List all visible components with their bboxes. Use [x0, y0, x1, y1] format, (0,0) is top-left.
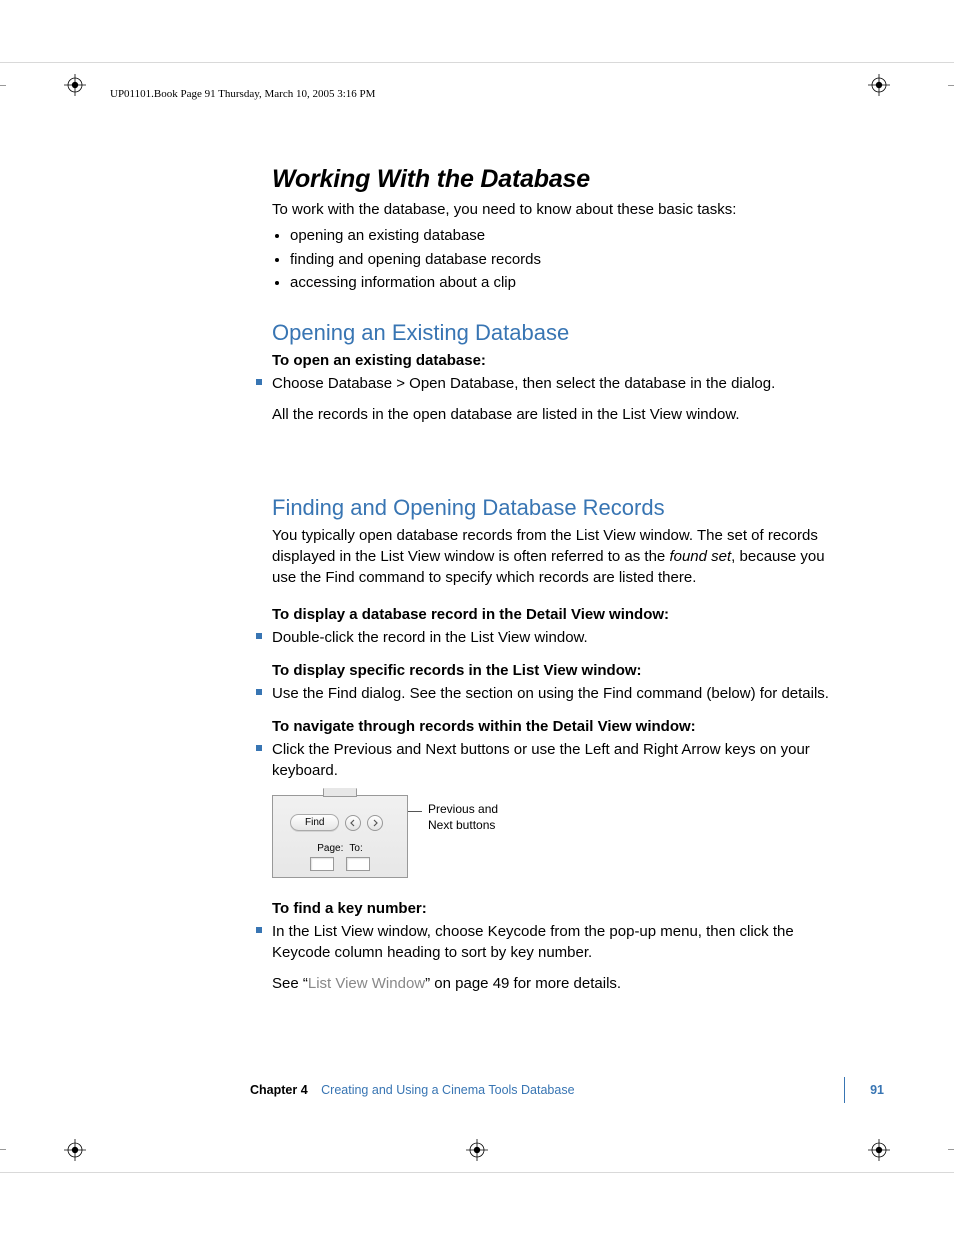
callout-line2: Next buttons — [428, 818, 495, 832]
arrow-right-icon — [371, 819, 379, 827]
task-lead: To find a key number: — [272, 900, 842, 917]
body-paragraph: You typically open database records from… — [272, 525, 842, 588]
step-bullet-icon — [256, 745, 262, 751]
step-item: Choose Database > Open Database, then se… — [256, 373, 842, 394]
registration-mark-icon — [64, 1139, 86, 1161]
see-text: See “ — [272, 975, 308, 992]
step-text: Double-click the record in the List View… — [272, 627, 842, 648]
footer-rule — [844, 1077, 845, 1103]
page: UP01101.Book Page 91 Thursday, March 10,… — [0, 0, 954, 1235]
task-lead: To open an existing database: — [272, 352, 842, 369]
cross-reference-link[interactable]: List View Window — [308, 975, 425, 992]
list-item: accessing information about a clip — [290, 271, 842, 294]
panel-notch — [323, 788, 357, 797]
callout-line1: Previous and — [428, 802, 498, 816]
figure-prev-next: Find Page: To: — [272, 795, 842, 878]
arrow-left-icon — [349, 819, 357, 827]
registration-mark-icon — [868, 74, 890, 96]
page-label: Page: — [317, 843, 343, 854]
chapter-number: Chapter 4 — [250, 1083, 308, 1097]
task-lead: To navigate through records within the D… — [272, 718, 842, 735]
step-text: Choose Database > Open Database, then se… — [272, 373, 842, 394]
step-bullet-icon — [256, 689, 262, 695]
running-header: UP01101.Book Page 91 Thursday, March 10,… — [110, 88, 375, 100]
italic-term: found set — [669, 548, 731, 565]
step-text: Click the Previous and Next buttons or u… — [272, 739, 842, 781]
subsection-title: Opening an Existing Database — [272, 320, 842, 346]
page-footer: Chapter 4 Creating and Using a Cinema To… — [250, 1083, 884, 1097]
see-text: ” on page 49 for more details. — [425, 975, 621, 992]
step-item: Double-click the record in the List View… — [256, 627, 842, 648]
page-number: 91 — [870, 1083, 884, 1097]
registration-mark-icon — [466, 1139, 488, 1161]
task-lead: To display a database record in the Deta… — [272, 606, 842, 623]
find-button[interactable]: Find — [290, 814, 339, 831]
ui-panel-screenshot: Find Page: To: — [272, 795, 408, 878]
to-input[interactable] — [346, 857, 370, 871]
registration-mark-icon — [64, 74, 86, 96]
step-text: In the List View window, choose Keycode … — [272, 921, 842, 963]
figure-callout: Previous and Next buttons — [428, 802, 498, 833]
intro-bullet-list: opening an existing database finding and… — [272, 224, 842, 294]
step-item: Use the Find dialog. See the section on … — [256, 683, 842, 704]
to-label: To: — [349, 843, 362, 854]
list-item: opening an existing database — [290, 224, 842, 247]
chapter-title: Creating and Using a Cinema Tools Databa… — [321, 1083, 574, 1097]
previous-button[interactable] — [345, 815, 361, 831]
tick-mark — [0, 85, 6, 86]
callout-leader-line — [408, 811, 422, 812]
tick-mark — [0, 1149, 6, 1150]
tick-mark — [948, 85, 954, 86]
see-also: See “List View Window” on page 49 for mo… — [272, 973, 842, 994]
step-item: In the List View window, choose Keycode … — [256, 921, 842, 963]
task-lead: To display specific records in the List … — [272, 662, 842, 679]
trim-line-bottom — [0, 1172, 954, 1173]
subsection-title: Finding and Opening Database Records — [272, 495, 842, 521]
intro-text: To work with the database, you need to k… — [272, 200, 842, 220]
section-title: Working With the Database — [272, 165, 842, 194]
step-bullet-icon — [256, 633, 262, 639]
next-button[interactable] — [367, 815, 383, 831]
trim-line-top — [0, 62, 954, 63]
list-item: finding and opening database records — [290, 248, 842, 271]
tick-mark — [948, 1149, 954, 1150]
step-item: Click the Previous and Next buttons or u… — [256, 739, 842, 781]
follow-text: All the records in the open database are… — [272, 404, 842, 425]
page-input[interactable] — [310, 857, 334, 871]
step-bullet-icon — [256, 927, 262, 933]
registration-mark-icon — [868, 1139, 890, 1161]
step-bullet-icon — [256, 379, 262, 385]
step-text: Use the Find dialog. See the section on … — [272, 683, 842, 704]
main-content: Working With the Database To work with t… — [272, 165, 842, 1016]
